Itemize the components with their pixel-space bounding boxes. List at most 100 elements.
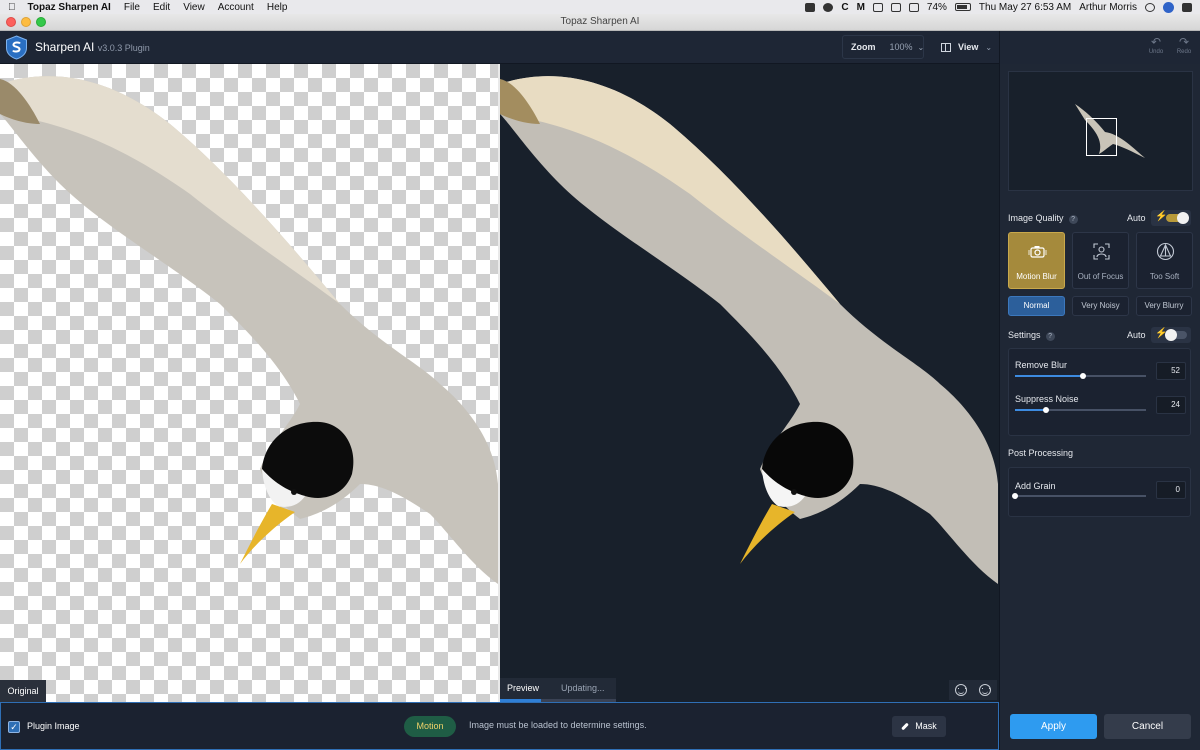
add-grain-slider[interactable] bbox=[1012, 493, 1146, 499]
window-titlebar: Topaz Sharpen AI bbox=[0, 14, 1200, 31]
settings-auto-toggle[interactable]: ⚡ bbox=[1151, 327, 1191, 343]
post-processing-panel: Add Grain 0 bbox=[1008, 467, 1191, 517]
battery-percent: 74% bbox=[926, 1, 947, 13]
settings-panel: Remove Blur 52 Suppress Noise 24 bbox=[1008, 348, 1191, 436]
redo-icon: ↷ bbox=[1178, 35, 1190, 49]
history-header: ↶ Undo ↷ Redo bbox=[999, 31, 1200, 64]
camera-status-icon[interactable] bbox=[805, 2, 816, 12]
toggle-knob bbox=[1165, 329, 1177, 341]
navigator-viewport-box[interactable] bbox=[1086, 118, 1117, 156]
mode-too-soft-label: Too Soft bbox=[1149, 272, 1180, 281]
remove-blur-slider-fill bbox=[1015, 375, 1084, 377]
macos-menubar:  Topaz Sharpen AI File Edit View Accoun… bbox=[0, 0, 1200, 14]
apply-button[interactable]: Apply bbox=[1010, 714, 1097, 739]
menu-file[interactable]: File bbox=[124, 2, 140, 13]
settings-sidebar: Image Quality? Auto ⚡ Motion Blur Out of… bbox=[999, 64, 1200, 750]
undo-label: Undo bbox=[1148, 49, 1164, 55]
menu-app-name[interactable]: Topaz Sharpen AI bbox=[28, 2, 111, 13]
menu-account[interactable]: Account bbox=[218, 2, 254, 13]
view-dropdown[interactable]: View ⌄ bbox=[932, 35, 998, 59]
original-label: Original bbox=[0, 680, 46, 702]
redo-label: Redo bbox=[1176, 49, 1192, 55]
level-very-noisy-button[interactable]: Very Noisy bbox=[1072, 296, 1129, 316]
smile-feedback-icon[interactable] bbox=[955, 684, 967, 696]
help-icon[interactable]: ? bbox=[1045, 332, 1055, 341]
remove-blur-slider-knob[interactable] bbox=[1080, 373, 1087, 379]
add-grain-value[interactable]: 0 bbox=[1156, 481, 1186, 499]
menu-help[interactable]: Help bbox=[267, 2, 288, 13]
level-normal-button[interactable]: Normal bbox=[1008, 296, 1065, 316]
image-quality-title: Image Quality? bbox=[1008, 213, 1078, 224]
plugin-image-label: Plugin Image bbox=[27, 721, 80, 731]
plugin-image-checkbox[interactable]: ✓ bbox=[8, 721, 20, 733]
brand-version: v3.0.3 Plugin bbox=[97, 43, 150, 53]
battery-icon[interactable] bbox=[954, 3, 971, 11]
notification-center-icon[interactable] bbox=[1182, 2, 1192, 12]
add-grain-slider-knob[interactable] bbox=[1012, 493, 1018, 499]
wifi-icon[interactable] bbox=[908, 2, 919, 12]
app-brand: Sharpen AI v3.0.3 Plugin bbox=[35, 40, 150, 54]
suppress-noise-value[interactable]: 24 bbox=[1156, 396, 1186, 414]
brand-name: Sharpen AI bbox=[35, 40, 95, 54]
mode-out-of-focus-label: Out of Focus bbox=[1077, 272, 1124, 281]
out-of-focus-icon bbox=[1093, 243, 1110, 260]
record-status-icon[interactable] bbox=[823, 2, 834, 12]
bird-image-preview bbox=[500, 76, 998, 584]
remove-blur-slider[interactable] bbox=[1015, 373, 1146, 379]
mode-out-of-focus-button[interactable]: Out of Focus bbox=[1072, 232, 1129, 289]
navigator-thumbnail[interactable] bbox=[1008, 71, 1193, 191]
spotlight-search-icon[interactable] bbox=[1145, 2, 1155, 12]
menu-view[interactable]: View bbox=[183, 2, 205, 13]
add-grain-label: Add Grain bbox=[1015, 481, 1056, 491]
mode-motion-blur-label: Motion Blur bbox=[1016, 272, 1057, 281]
image-quality-title-text: Image Quality bbox=[1008, 213, 1064, 223]
feedback-buttons bbox=[949, 680, 997, 700]
malwarebytes-icon[interactable]: M bbox=[857, 2, 865, 13]
remove-blur-value[interactable]: 52 bbox=[1156, 362, 1186, 380]
airplay-icon[interactable] bbox=[872, 2, 883, 12]
settings-auto-label: Auto bbox=[1127, 330, 1146, 340]
menubar-user[interactable]: Arthur Morris bbox=[1079, 2, 1137, 13]
app-header: Sharpen AI v3.0.3 Plugin Zoom 100% ⌄ Vie… bbox=[0, 31, 999, 64]
suppress-noise-slider-knob[interactable] bbox=[1043, 407, 1050, 413]
status-message: Image must be loaded to determine settin… bbox=[469, 720, 647, 730]
undo-icon: ↶ bbox=[1150, 35, 1162, 49]
preview-tabs: Preview Updating... bbox=[500, 678, 616, 702]
split-view-icon bbox=[941, 42, 951, 52]
zoom-label: Zoom bbox=[851, 42, 876, 52]
bird-image-original bbox=[0, 76, 498, 584]
zoom-value: 100% bbox=[889, 42, 913, 52]
zoom-dropdown[interactable]: Zoom 100% ⌄ bbox=[842, 35, 924, 59]
remove-blur-label: Remove Blur bbox=[1015, 360, 1068, 370]
level-very-blurry-button[interactable]: Very Blurry bbox=[1136, 296, 1192, 316]
apple-menu-icon[interactable]:  bbox=[8, 2, 16, 13]
preview-image-pane[interactable]: Preview Updating... bbox=[500, 64, 999, 702]
original-image-pane[interactable]: Original bbox=[0, 64, 498, 702]
undo-button[interactable]: ↶ Undo bbox=[1144, 35, 1168, 55]
c-status-icon[interactable]: C bbox=[841, 2, 848, 13]
mode-too-soft-button[interactable]: Too Soft bbox=[1136, 232, 1193, 289]
cancel-button[interactable]: Cancel bbox=[1104, 714, 1191, 739]
help-icon[interactable]: ? bbox=[1068, 215, 1078, 224]
suppress-noise-slider[interactable] bbox=[1015, 407, 1146, 413]
redo-button[interactable]: ↷ Redo bbox=[1172, 35, 1196, 55]
app-root:  Topaz Sharpen AI File Edit View Accoun… bbox=[0, 0, 1200, 750]
suppress-noise-label: Suppress Noise bbox=[1015, 394, 1079, 404]
frown-feedback-icon[interactable] bbox=[979, 684, 991, 696]
menubar-status-area: C M 74% Thu May 27 6:53 AM Arthur Morris bbox=[805, 1, 1192, 13]
motion-blur-camera-icon bbox=[1028, 246, 1047, 258]
brush-icon bbox=[901, 722, 910, 731]
siri-icon[interactable] bbox=[1163, 1, 1174, 13]
mask-button[interactable]: Mask bbox=[892, 716, 946, 737]
chevron-down-icon: ⌄ bbox=[985, 42, 993, 52]
suppress-noise-slider-fill bbox=[1015, 409, 1047, 411]
menubar-datetime[interactable]: Thu May 27 6:53 AM bbox=[979, 2, 1071, 13]
view-label: View bbox=[958, 42, 979, 52]
image-quality-auto-toggle[interactable]: ⚡ bbox=[1151, 210, 1191, 226]
menu-edit[interactable]: Edit bbox=[153, 2, 170, 13]
post-processing-title: Post Processing bbox=[1008, 448, 1074, 458]
mode-motion-blur-button[interactable]: Motion Blur bbox=[1008, 232, 1065, 289]
mask-label: Mask bbox=[915, 721, 937, 731]
display-icon[interactable] bbox=[890, 2, 901, 12]
too-soft-icon bbox=[1156, 242, 1175, 261]
